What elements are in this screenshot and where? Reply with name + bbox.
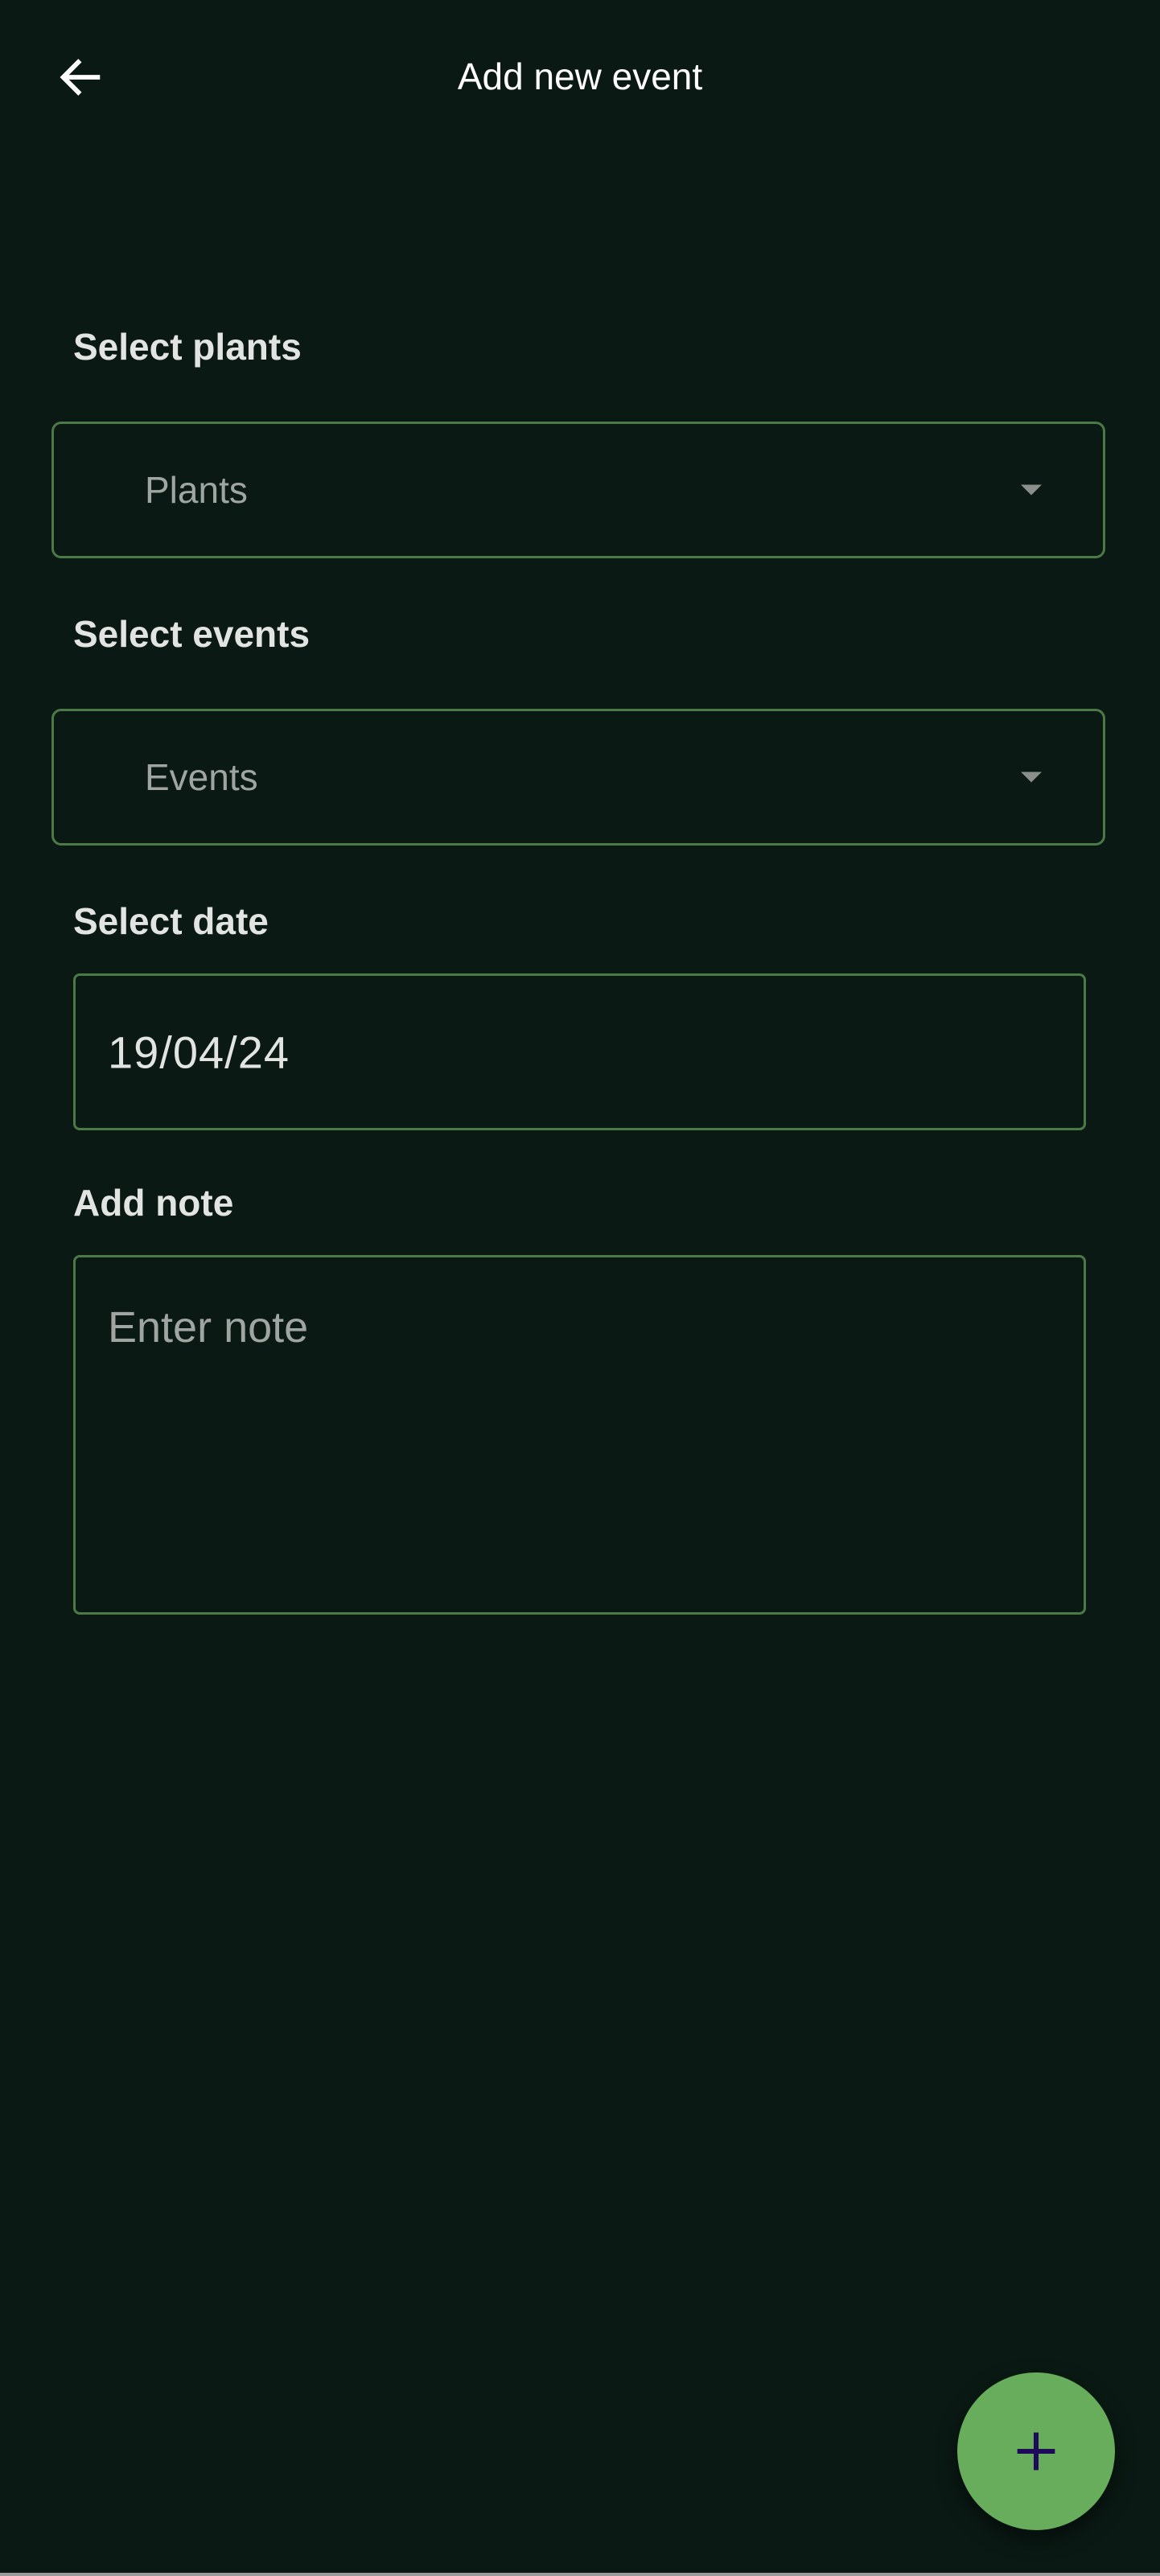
select-date-label: Select date [73, 900, 269, 942]
navigation-bar-edge [0, 2573, 1160, 2576]
add-event-button[interactable] [957, 2372, 1115, 2530]
plants-dropdown[interactable]: Plants [51, 422, 1105, 558]
plus-icon [1017, 2432, 1055, 2471]
events-dropdown[interactable]: Events [51, 709, 1105, 846]
page-title: Add new event [457, 56, 703, 97]
chevron-down-icon [1021, 484, 1042, 496]
date-value: 19/04/24 [108, 1027, 290, 1077]
select-plants-label: Select plants [73, 326, 302, 368]
events-placeholder: Events [145, 756, 258, 798]
plants-placeholder: Plants [145, 469, 248, 511]
note-field-container [73, 1255, 1086, 1615]
note-input[interactable] [76, 1257, 1084, 1612]
add-note-label: Add note [73, 1182, 234, 1224]
date-field[interactable]: 19/04/24 [73, 973, 1086, 1130]
select-events-label: Select events [73, 613, 311, 655]
chevron-down-icon [1021, 772, 1042, 783]
